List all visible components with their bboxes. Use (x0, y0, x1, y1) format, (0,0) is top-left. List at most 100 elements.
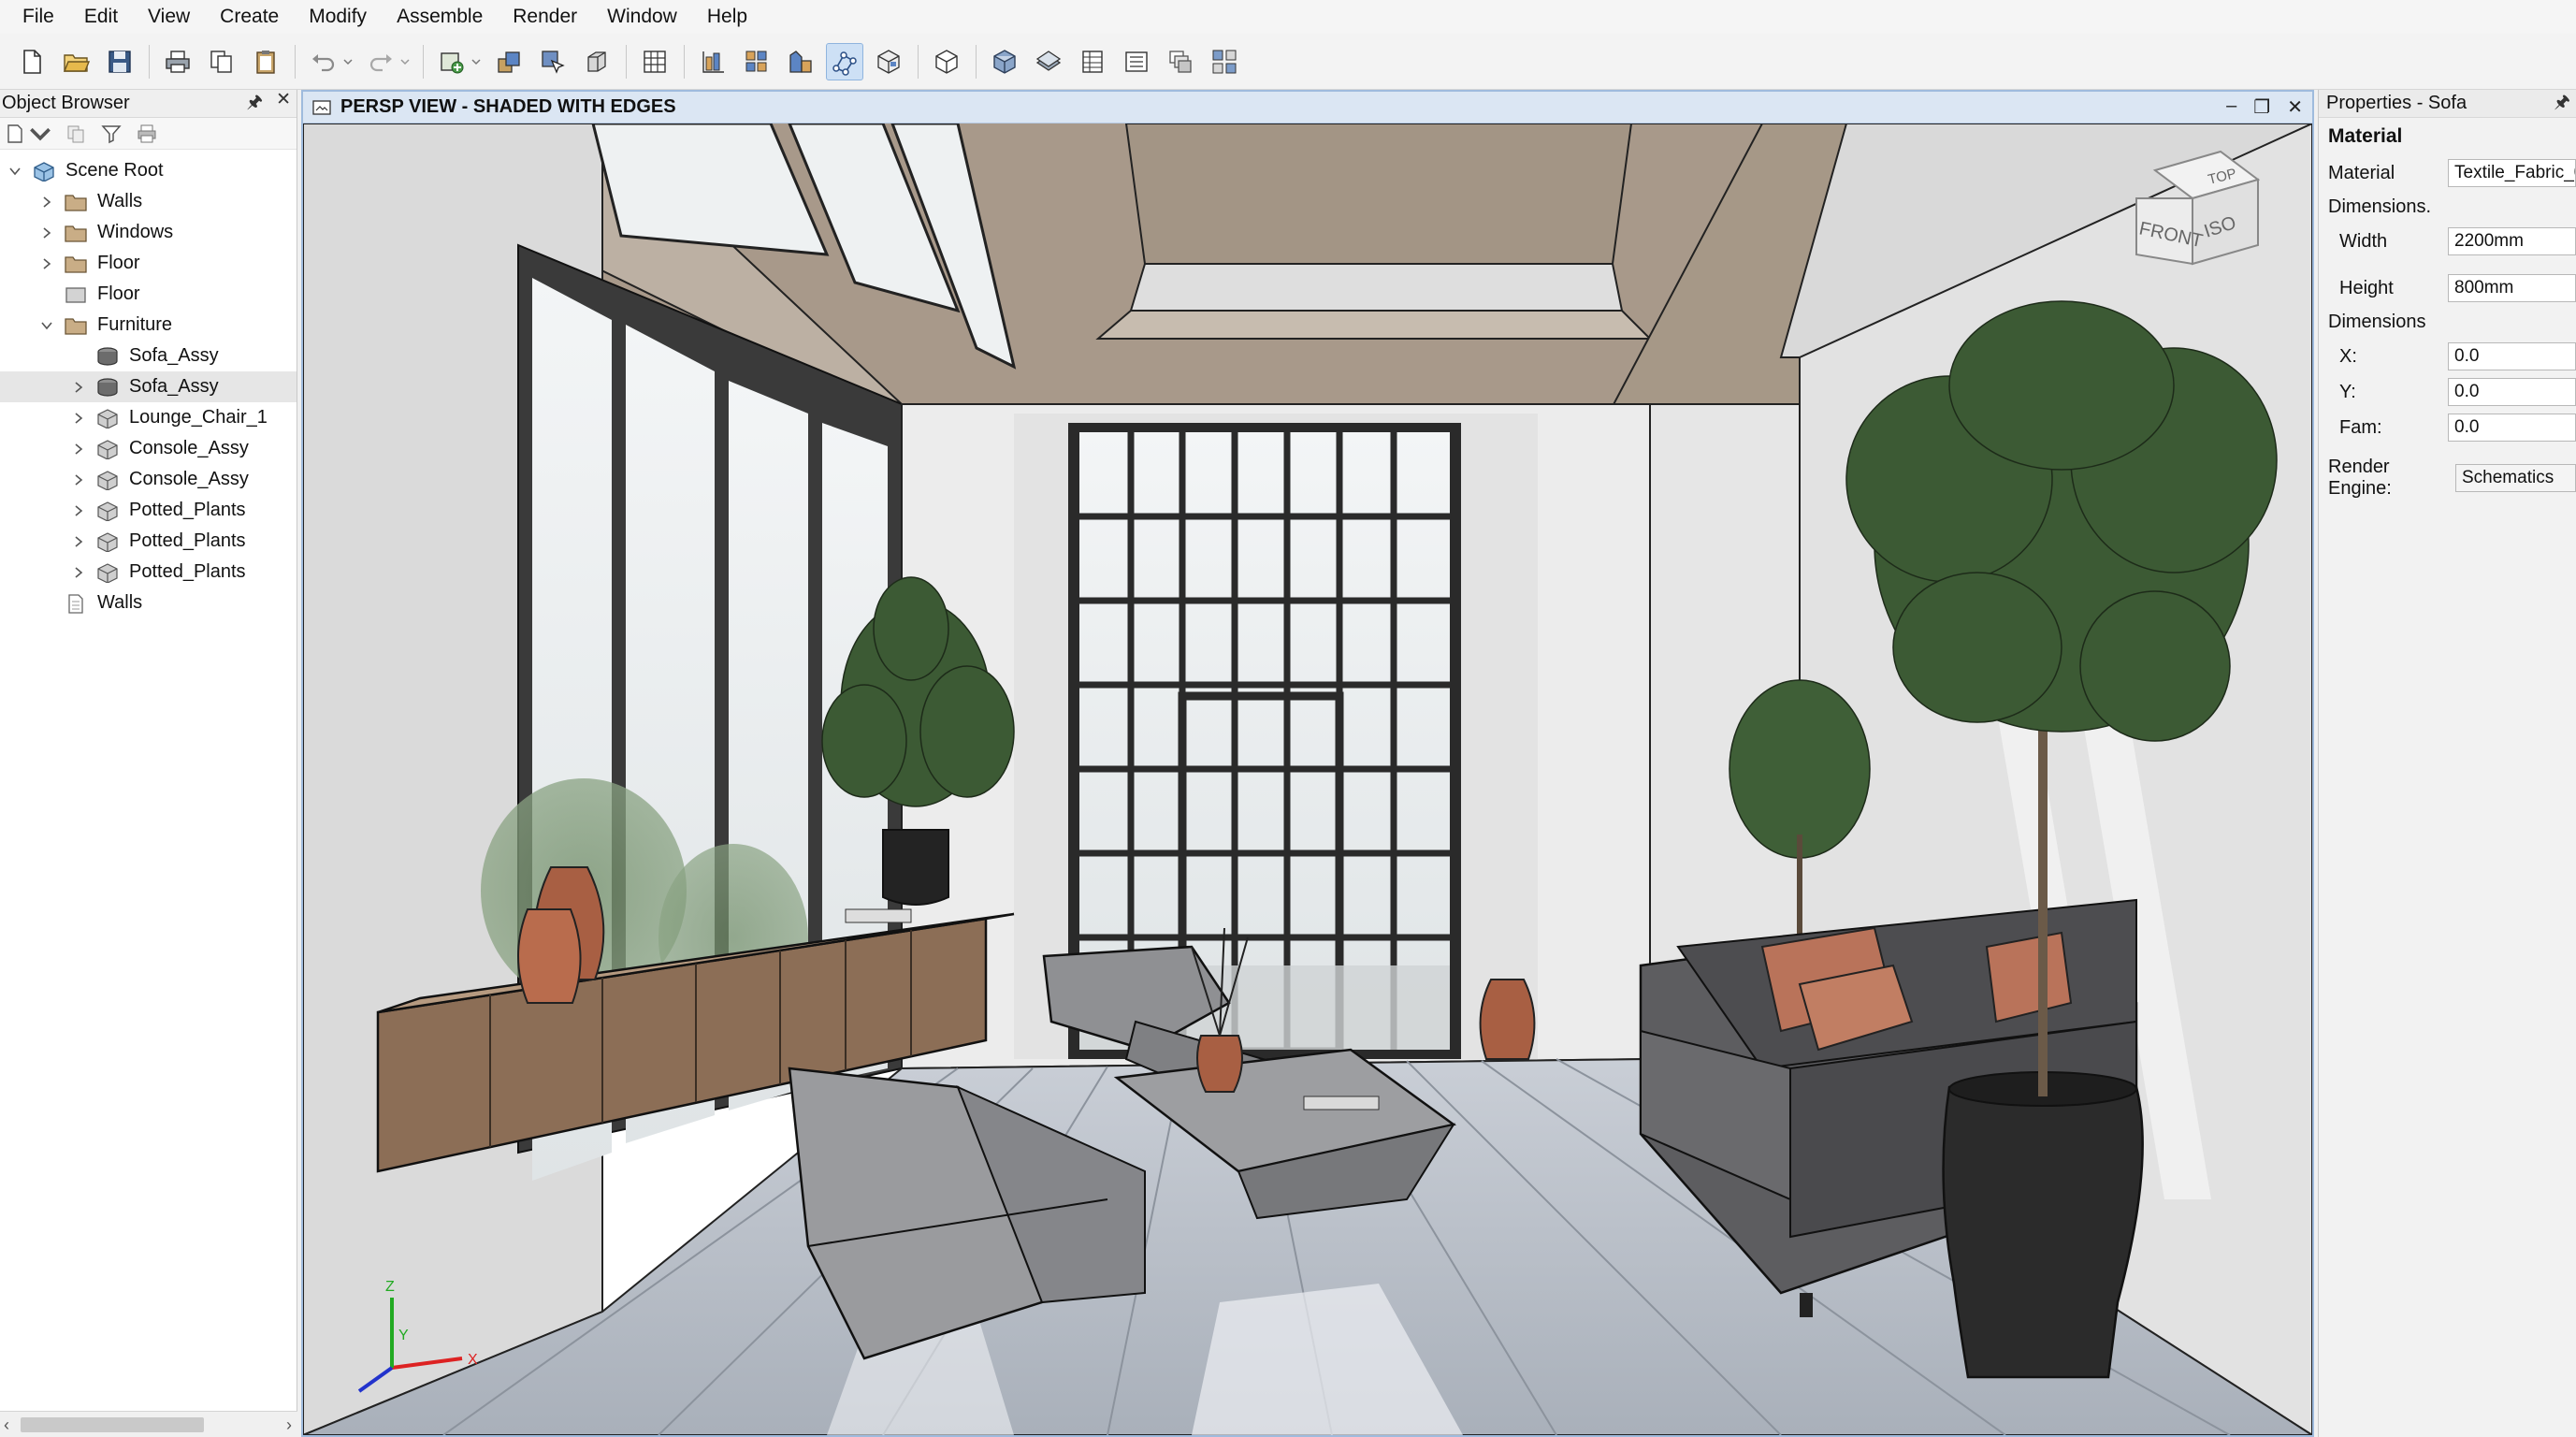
menu-help[interactable]: Help (692, 0, 762, 34)
copy-button[interactable] (203, 43, 240, 80)
pin-icon[interactable]: 🖈︎ (247, 89, 264, 119)
chevron-right-icon[interactable] (71, 380, 86, 395)
tree-item[interactable]: Floor (0, 248, 297, 279)
y-field[interactable]: 0.0 (2448, 378, 2576, 406)
section-view-button[interactable] (1030, 43, 1067, 80)
minimize-icon[interactable]: – (2226, 95, 2236, 119)
chevron-down-icon[interactable] (39, 318, 54, 333)
menu-file[interactable]: File (7, 0, 69, 34)
menu-create[interactable]: Create (205, 0, 294, 34)
terracotta-vase (517, 908, 582, 1004)
tree-item[interactable]: Potted_Plants (0, 526, 297, 557)
paste-button[interactable] (247, 43, 284, 80)
pattern-button[interactable] (738, 43, 775, 80)
tree-trunk (2038, 704, 2048, 1096)
scroll-right-icon[interactable]: › (286, 1415, 292, 1435)
toolbar-separator (149, 44, 150, 79)
redo-dropdown[interactable] (400, 43, 412, 80)
tree-item[interactable]: Walls (0, 186, 297, 217)
ceiling-recess (1124, 123, 1633, 265)
restore-icon[interactable]: ❐ (2253, 95, 2270, 119)
tree-item[interactable]: Potted_Plants (0, 495, 297, 526)
redo-button[interactable] (362, 43, 399, 80)
toolbar-separator (918, 44, 919, 79)
tree-item[interactable]: Scene Root (0, 155, 297, 186)
undo-button[interactable] (305, 43, 342, 80)
layers-button[interactable] (1162, 43, 1199, 80)
open-file-button[interactable] (57, 43, 94, 80)
grid-view-button[interactable] (636, 43, 673, 80)
tree-item[interactable]: Console_Assy (0, 464, 297, 495)
move-component-icon (498, 51, 520, 73)
move-component-button[interactable] (490, 43, 528, 80)
duplicate-icon[interactable] (65, 123, 87, 145)
table-view-button[interactable] (1074, 43, 1111, 80)
material-field[interactable]: Textile_Fabric_0 (2448, 159, 2576, 187)
printer-icon[interactable] (136, 123, 158, 145)
measure-button[interactable] (782, 43, 819, 80)
chevron-right-icon[interactable] (71, 411, 86, 426)
tree-item[interactable]: Potted_Plants (0, 557, 297, 588)
insert-component-button[interactable] (433, 43, 470, 80)
chevron-right-icon[interactable] (71, 472, 86, 487)
tree-item[interactable]: Sofa_Assy (0, 341, 297, 371)
3d-scene[interactable]: TOP FRONT ISO X Y Z (303, 123, 2312, 1435)
chevron-right-icon[interactable] (71, 503, 86, 518)
undo-dropdown[interactable] (343, 43, 355, 80)
node-edit-button[interactable] (826, 42, 863, 80)
insert-dropdown[interactable] (471, 43, 483, 80)
height-field[interactable]: 800mm (2448, 274, 2576, 302)
wireframe-box-button[interactable] (870, 43, 907, 80)
chevron-right-icon[interactable] (71, 534, 86, 549)
tree-item[interactable]: Floor (0, 279, 297, 310)
assembly-icon (95, 377, 120, 398)
clipboard-icon (256, 50, 275, 74)
fam-field[interactable]: 0.0 (2448, 414, 2576, 442)
assembly-tree-button[interactable] (1206, 43, 1243, 80)
close-icon[interactable]: ✕ (2287, 95, 2303, 119)
filter-icon[interactable] (100, 123, 123, 145)
tree-item[interactable]: Lounge_Chair_1 (0, 402, 297, 433)
close-icon[interactable]: ✕ (276, 89, 291, 119)
axis-x-label: X (468, 1352, 478, 1368)
menu-assemble[interactable]: Assemble (382, 0, 498, 34)
print-button[interactable] (159, 43, 196, 80)
menu-edit[interactable]: Edit (69, 0, 133, 34)
ceiling-beam (1129, 263, 1624, 312)
scroll-left-icon[interactable]: ‹ (4, 1415, 9, 1435)
menu-modify[interactable]: Modify (294, 0, 382, 34)
tree-item[interactable]: Sofa_Assy (0, 371, 297, 402)
tree-item[interactable]: Walls (0, 588, 297, 618)
render-engine-field[interactable]: Schematics (2455, 464, 2576, 492)
document-icon (64, 593, 88, 614)
chevron-right-icon[interactable] (71, 565, 86, 580)
align-button[interactable] (694, 43, 731, 80)
horizontal-scrollbar[interactable]: ‹ › (0, 1411, 297, 1437)
fam-row: Fam: 0.0 (2319, 410, 2576, 445)
width-field[interactable]: 2200mm (2448, 227, 2576, 255)
chevron-down-icon[interactable] (7, 164, 22, 179)
list-view-button[interactable] (1118, 43, 1155, 80)
scrollbar-thumb[interactable] (21, 1417, 204, 1432)
chevron-right-icon[interactable] (39, 256, 54, 271)
tree-item[interactable]: Console_Assy (0, 433, 297, 464)
chevron-right-icon[interactable] (39, 195, 54, 210)
x-field[interactable]: 0.0 (2448, 342, 2576, 370)
menu-window[interactable]: Window (592, 0, 692, 34)
tree-item[interactable]: Windows (0, 217, 297, 248)
select-component-button[interactable] (534, 43, 572, 80)
new-file-button[interactable] (13, 43, 51, 80)
shaded-view-button[interactable] (986, 43, 1023, 80)
menu-render[interactable]: Render (498, 0, 592, 34)
menu-view[interactable]: View (133, 0, 205, 34)
pin-icon[interactable]: 🖈︎ (2554, 89, 2570, 119)
box-primitive-button[interactable] (928, 43, 965, 80)
tree-item[interactable]: Furniture (0, 310, 297, 341)
tree-item-label: Sofa_Assy (129, 376, 219, 397)
save-button[interactable] (101, 43, 138, 80)
new-item-dropdown[interactable] (4, 123, 51, 145)
chevron-right-icon[interactable] (71, 442, 86, 457)
chevron-right-icon[interactable] (39, 225, 54, 240)
extrude-button[interactable] (578, 43, 615, 80)
